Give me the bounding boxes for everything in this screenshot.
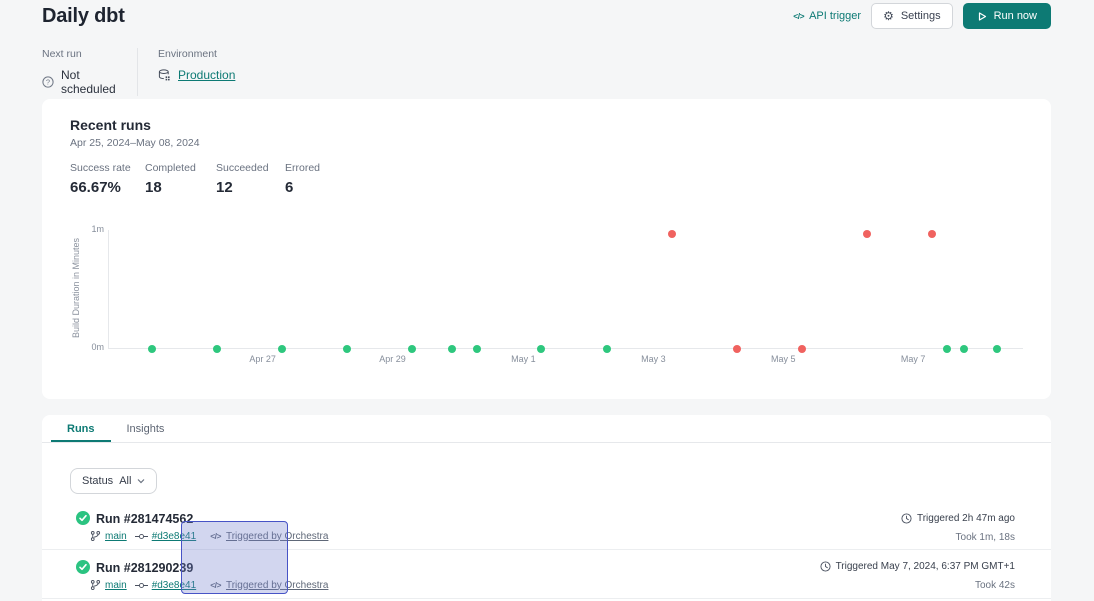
recent-runs-card: Recent runs Apr 25, 2024–May 08, 2024 Su… xyxy=(42,99,1051,399)
environment-label: Environment xyxy=(158,48,235,60)
question-circle-icon: ? xyxy=(42,76,54,88)
x-axis-tick-label: May 5 xyxy=(771,354,796,364)
chevron-down-icon xyxy=(137,478,145,484)
stat-success-rate: Success rate 66.67% xyxy=(70,162,145,196)
tab-bar: Runs Insights xyxy=(42,415,1051,443)
run-dot-error[interactable] xyxy=(928,230,936,238)
run-dot-success[interactable] xyxy=(213,345,221,353)
success-check-icon xyxy=(76,511,90,525)
run-dot-success[interactable] xyxy=(993,345,1001,353)
commit-icon xyxy=(135,532,148,541)
x-axis-tick-label: May 1 xyxy=(511,354,536,364)
gear-icon: ⚙ xyxy=(883,10,894,22)
settings-label: Settings xyxy=(901,10,941,22)
clock-icon xyxy=(901,513,912,524)
tab-insights[interactable]: Insights xyxy=(111,415,181,442)
status-filter-label: Status xyxy=(82,475,113,487)
git-branch-icon xyxy=(90,579,101,591)
run-duration: Took 1m, 18s xyxy=(956,532,1015,543)
run-dot-success[interactable] xyxy=(448,345,456,353)
page-title: Daily dbt xyxy=(42,5,125,28)
recent-runs-title: Recent runs xyxy=(70,117,151,133)
x-axis-tick-label: May 3 xyxy=(641,354,666,364)
clock-icon xyxy=(820,561,831,572)
settings-button[interactable]: ⚙ Settings xyxy=(871,3,953,29)
code-icon: </> xyxy=(793,11,804,21)
next-run-label: Next run xyxy=(42,48,137,60)
run-dot-error[interactable] xyxy=(668,230,676,238)
chart-y-axis-label: Build Duration in Minutes xyxy=(71,228,81,348)
svg-text:?: ? xyxy=(46,78,50,87)
stats-row: Success rate 66.67% Completed 18 Succeed… xyxy=(70,162,320,196)
status-filter-dropdown[interactable]: Status All xyxy=(70,468,157,494)
environment-icon xyxy=(158,69,171,82)
environment-block: Environment Production xyxy=(158,48,235,96)
status-filter-value: All xyxy=(119,475,131,487)
commit-icon xyxy=(135,581,148,590)
job-meta: Next run ? Not scheduled Environment Pro… xyxy=(42,48,235,96)
run-dot-success[interactable] xyxy=(943,345,951,353)
run-dot-success[interactable] xyxy=(603,345,611,353)
environment-link[interactable]: Production xyxy=(178,68,235,82)
run-dot-success[interactable] xyxy=(343,345,351,353)
x-axis-tick-label: Apr 29 xyxy=(379,354,406,364)
recent-runs-date-range: Apr 25, 2024–May 08, 2024 xyxy=(70,137,200,149)
header-actions: </> API trigger ⚙ Settings Run now xyxy=(793,3,1051,29)
meta-divider xyxy=(137,48,138,96)
run-dot-success[interactable] xyxy=(408,345,416,353)
run-dot-success[interactable] xyxy=(148,345,156,353)
run-triggered-at: Triggered May 7, 2024, 6:37 PM GMT+1 xyxy=(820,561,1015,572)
job-page: { "page": { "title": "Daily dbt" }, "hea… xyxy=(0,0,1094,601)
run-title[interactable]: Run #281474562 xyxy=(96,512,193,526)
git-branch-icon xyxy=(90,530,101,542)
chart-plot xyxy=(108,230,1023,349)
run-dot-success[interactable] xyxy=(960,345,968,353)
stat-errored: Errored 6 xyxy=(285,162,320,196)
run-triggered-at: Triggered 2h 47m ago xyxy=(901,513,1015,524)
branch-link[interactable]: main xyxy=(105,531,127,542)
play-icon xyxy=(977,11,987,22)
run-dot-success[interactable] xyxy=(473,345,481,353)
run-dot-error[interactable] xyxy=(733,345,741,353)
run-title[interactable]: Run #281290239 xyxy=(96,561,193,575)
stat-succeeded: Succeeded 12 xyxy=(216,162,285,196)
success-check-icon xyxy=(76,560,90,574)
api-trigger-link[interactable]: </> API trigger xyxy=(793,10,861,22)
x-axis-tick-label: Apr 27 xyxy=(249,354,276,364)
tab-runs[interactable]: Runs xyxy=(51,415,111,442)
stat-completed: Completed 18 xyxy=(145,162,216,196)
y-axis-tick-0m: 0m xyxy=(76,342,104,352)
run-duration: Took 42s xyxy=(975,580,1015,591)
next-run-value: Not scheduled xyxy=(61,68,137,96)
next-run-block: Next run ? Not scheduled xyxy=(42,48,137,96)
api-trigger-label: API trigger xyxy=(809,10,861,22)
run-now-label: Run now xyxy=(994,10,1037,22)
run-dot-error[interactable] xyxy=(798,345,806,353)
run-dot-success[interactable] xyxy=(278,345,286,353)
highlight-overlay-box xyxy=(181,521,288,594)
y-axis-tick-1m: 1m xyxy=(76,224,104,234)
x-axis-tick-label: May 7 xyxy=(901,354,926,364)
run-now-button[interactable]: Run now xyxy=(963,3,1051,29)
page-header: Daily dbt </> API trigger ⚙ Settings Run… xyxy=(42,0,1051,32)
run-dot-error[interactable] xyxy=(863,230,871,238)
run-dot-success[interactable] xyxy=(537,345,545,353)
branch-link[interactable]: main xyxy=(105,580,127,591)
